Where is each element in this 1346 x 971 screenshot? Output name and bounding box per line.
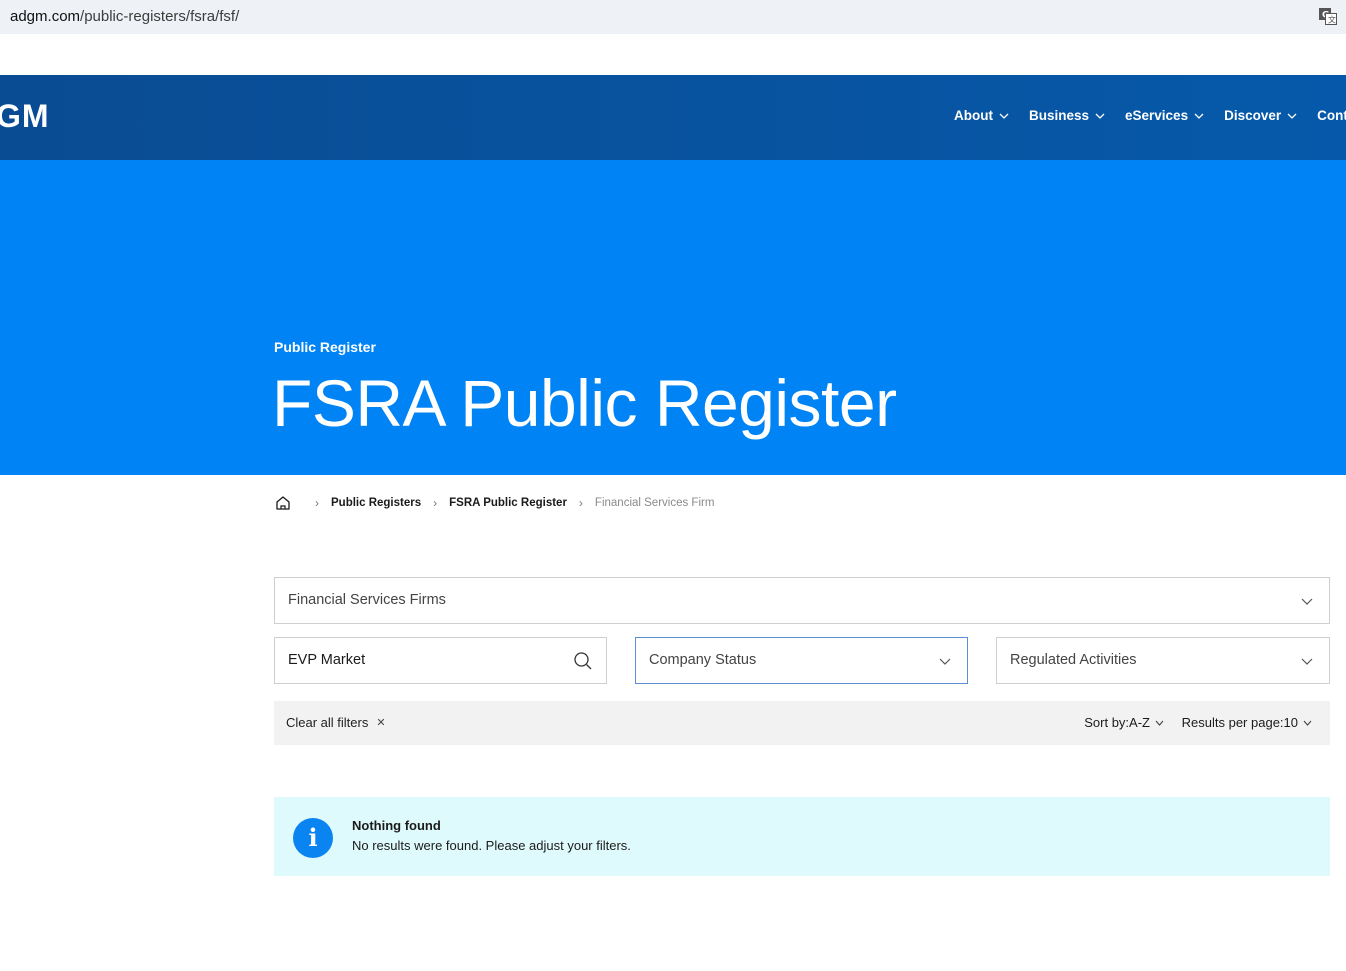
clear-all-filters-label: Clear all filters: [286, 715, 369, 730]
no-results-alert: i Nothing found No results were found. P…: [274, 797, 1330, 876]
nav-eservices[interactable]: eServices: [1125, 108, 1204, 123]
adgm-logo[interactable]: GM: [0, 98, 50, 135]
close-icon: ✕: [376, 717, 386, 729]
chevron-down-icon: [1301, 658, 1313, 665]
browser-address-bar[interactable]: adgm.com/public-registers/fsra/fsf/ G 文: [0, 0, 1346, 34]
chevron-down-icon: [1301, 598, 1313, 605]
chevron-right-icon: ›: [578, 496, 583, 510]
chevron-right-icon: ›: [433, 496, 438, 510]
hero-eyebrow: Public Register: [274, 339, 376, 355]
nav-business-label: Business: [1028, 108, 1090, 123]
svg-text:文: 文: [1328, 15, 1336, 25]
regulated-activities-placeholder: Regulated Activities: [1010, 652, 1137, 668]
filter-bar: Clear all filters ✕ Sort by:A-Z Results …: [274, 701, 1330, 745]
chevron-down-icon: [939, 658, 951, 665]
nav-discover-label: Discover: [1224, 108, 1282, 123]
search-input-value: EVP Market: [288, 652, 366, 668]
home-icon[interactable]: [275, 495, 291, 511]
nav-eservices-label: eServices: [1125, 108, 1189, 123]
search-input[interactable]: EVP Market: [274, 637, 607, 684]
sort-dropdown[interactable]: Sort by:A-Z: [1084, 715, 1164, 730]
results-per-page-label: Results per page:10: [1181, 715, 1298, 730]
breadcrumb-fsra-public-register[interactable]: FSRA Public Register: [449, 497, 567, 509]
site-header: GM About Business eServices Discover Con…: [0, 75, 1346, 160]
page-title: FSRA Public Register: [272, 366, 897, 440]
chevron-down-icon: [1194, 113, 1204, 119]
breadcrumb: › Public Registers › FSRA Public Registe…: [275, 495, 714, 511]
url-path: /public-registers/fsra/fsf/: [80, 8, 240, 25]
nav-contact-label: Contac: [1317, 108, 1346, 123]
url-text[interactable]: adgm.com/public-registers/fsra/fsf/: [10, 8, 239, 25]
alert-title: Nothing found: [352, 818, 441, 833]
chevron-down-icon: [999, 113, 1009, 119]
register-type-select[interactable]: Financial Services Firms: [274, 577, 1330, 624]
company-status-dropdown[interactable]: Company Status: [635, 637, 968, 684]
translate-icon[interactable]: G 文: [1319, 8, 1337, 25]
clear-all-filters-button[interactable]: Clear all filters ✕: [286, 715, 386, 730]
sort-label: Sort by:A-Z: [1084, 715, 1150, 730]
search-icon[interactable]: [573, 651, 593, 671]
info-icon: i: [293, 818, 333, 858]
results-per-page-dropdown[interactable]: Results per page:10: [1182, 715, 1312, 730]
hero-banner: Public Register FSRA Public Register: [0, 160, 1346, 475]
chevron-down-icon: [1155, 720, 1164, 726]
register-type-value: Financial Services Firms: [288, 592, 446, 608]
nav-business[interactable]: Business: [1029, 108, 1105, 123]
chevron-down-icon: [1287, 113, 1297, 119]
chevron-right-icon: ›: [315, 496, 319, 510]
nav-about[interactable]: About: [954, 108, 1009, 123]
nav-discover[interactable]: Discover: [1224, 108, 1297, 123]
chevron-down-icon: [1303, 720, 1312, 726]
breadcrumb-current: Financial Services Firm: [594, 497, 715, 509]
nav-contact[interactable]: Contac: [1317, 108, 1346, 123]
breadcrumb-public-registers[interactable]: Public Registers: [331, 497, 421, 509]
nav-about-label: About: [954, 108, 993, 123]
alert-message: No results were found. Please adjust you…: [352, 838, 631, 853]
company-status-placeholder: Company Status: [649, 652, 757, 668]
url-host: adgm.com: [10, 8, 81, 25]
chevron-down-icon: [1095, 113, 1105, 119]
main-nav: About Business eServices Discover Contac: [954, 108, 1346, 123]
regulated-activities-dropdown[interactable]: Regulated Activities: [996, 637, 1330, 684]
